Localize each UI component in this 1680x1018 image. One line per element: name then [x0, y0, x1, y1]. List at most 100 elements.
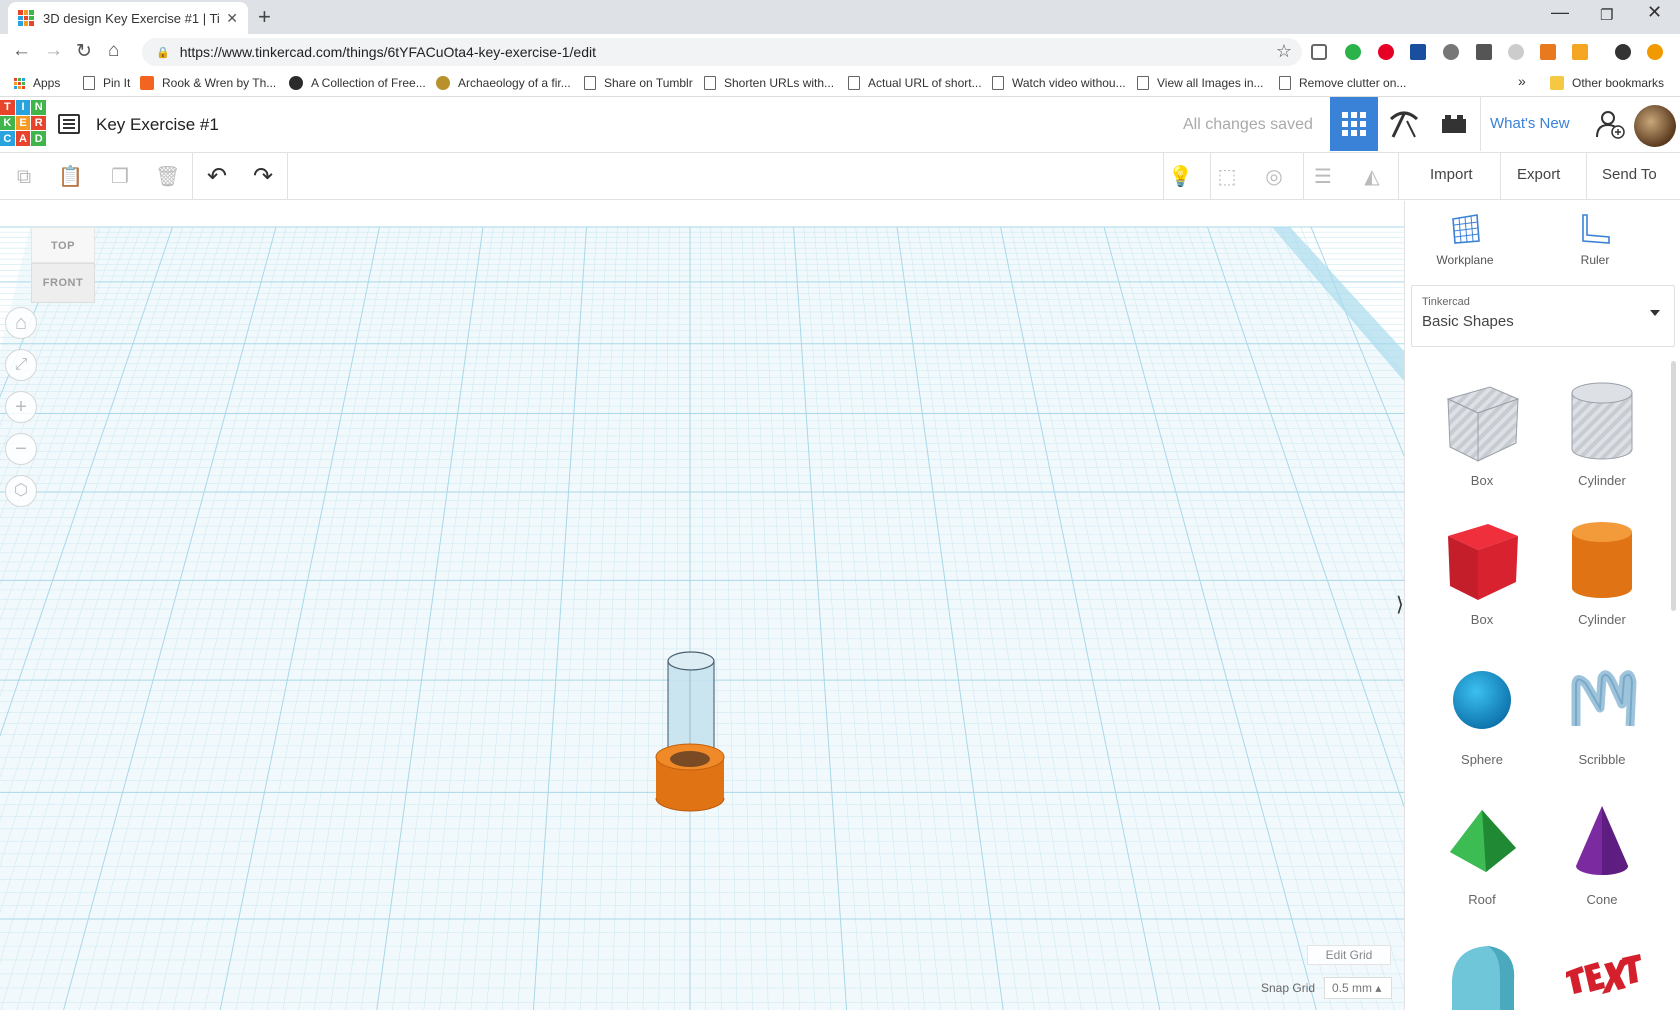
shape-roof[interactable]: Roof	[1432, 796, 1532, 907]
export-button[interactable]: Export	[1517, 166, 1560, 183]
bookmark-label: Watch video withou...	[1012, 76, 1126, 90]
3d-view-button[interactable]	[1330, 97, 1378, 151]
bookmark-item[interactable]: Watch video withou...	[992, 76, 1126, 90]
bookmark-label: Pin It	[103, 76, 131, 90]
bookmark-label: Share on Tumblr	[604, 76, 693, 90]
bookmark-item[interactable]: Remove clutter on...	[1279, 76, 1406, 90]
extension-green-icon[interactable]	[1345, 44, 1361, 60]
bookmark-item[interactable]: Shorten URLs with...	[704, 76, 834, 90]
extension-a-icon[interactable]	[1572, 44, 1588, 60]
group-icon[interactable]: ⬚	[1215, 165, 1239, 189]
bookmark-item[interactable]: Share on Tumblr	[584, 76, 693, 90]
undo-icon[interactable]: ↶	[205, 165, 229, 189]
bookmark-item[interactable]: Archaeology of a fir...	[436, 76, 571, 90]
view-cube-top[interactable]: TOP	[31, 227, 95, 263]
mirror-icon[interactable]: ◭	[1360, 165, 1384, 189]
site-icon	[436, 76, 450, 90]
lightbulb-icon[interactable]: 💡	[1168, 165, 1193, 189]
shape-box[interactable]: Box	[1432, 516, 1532, 627]
shape-half-cylinder[interactable]	[1432, 936, 1532, 1018]
tinkercad-logo[interactable]: T I N K E R C A D	[0, 100, 46, 146]
ruler-button[interactable]: Ruler	[1555, 211, 1635, 267]
tab-close-icon[interactable]: ✕	[226, 10, 238, 27]
bookmark-item[interactable]: Pin It	[83, 76, 130, 90]
extension-c-icon[interactable]	[1476, 44, 1492, 60]
design-title[interactable]: Key Exercise #1	[96, 115, 219, 135]
bookmark-item[interactable]: A Collection of Free...	[289, 76, 426, 90]
panel-collapse-icon[interactable]: ⟩	[1396, 592, 1404, 617]
window-close-icon[interactable]: ✕	[1647, 2, 1662, 23]
back-icon[interactable]: ←	[12, 40, 31, 62]
shape-cone[interactable]: Cone	[1552, 796, 1652, 907]
send-to-button[interactable]: Send To	[1602, 166, 1657, 183]
bookmark-apps[interactable]: Apps	[14, 76, 60, 90]
extension-v-icon[interactable]	[1410, 44, 1426, 60]
shape-sphere[interactable]: Sphere	[1432, 656, 1532, 767]
library-name: Basic Shapes	[1422, 313, 1514, 330]
extension-gear-icon[interactable]	[1443, 44, 1459, 60]
ungroup-icon[interactable]: ◎	[1262, 165, 1286, 189]
page-icon	[704, 76, 716, 90]
avatar[interactable]	[1634, 105, 1676, 147]
new-tab-icon[interactable]: +	[258, 4, 271, 30]
add-user-button[interactable]	[1590, 97, 1630, 151]
orange-cylinder[interactable]	[655, 743, 725, 812]
edit-grid-button[interactable]: Edit Grid	[1307, 945, 1391, 965]
bookmark-star-icon[interactable]: ☆	[1276, 41, 1292, 62]
fit-view-icon[interactable]: ⤢	[5, 349, 37, 381]
bookmark-item[interactable]: Rook & Wren by Th...	[140, 76, 276, 90]
shape-cylinder-hole[interactable]: Cylinder	[1552, 377, 1652, 488]
snap-grid-select[interactable]: 0.5 mm ▴	[1324, 977, 1392, 999]
profile-icon[interactable]	[1615, 44, 1631, 60]
address-bar[interactable]: 🔒 https://www.tinkercad.com/things/6tYFA…	[142, 38, 1302, 66]
other-bookmarks[interactable]: Other bookmarks	[1550, 76, 1664, 90]
shape-library-select[interactable]: Tinkercad Basic Shapes	[1411, 285, 1675, 347]
bricks-button[interactable]	[1430, 97, 1478, 151]
duplicate-icon[interactable]: ❐	[108, 165, 132, 189]
page-icon	[848, 76, 860, 90]
workplane-canvas[interactable]: TOP FRONT ⌂ ⤢ + − ⬡ Edit Grid Snap Grid …	[0, 201, 1404, 1010]
tinkercad-header: T I N K E R C A D Key Exercise #1 All ch…	[0, 97, 1680, 153]
workplane-grid	[0, 226, 1404, 1010]
paste-icon[interactable]: 📋	[58, 165, 83, 189]
pinterest-icon[interactable]	[1378, 44, 1394, 60]
redo-icon[interactable]: ↷	[251, 165, 275, 189]
shape-scribble[interactable]: Scribble	[1552, 656, 1652, 767]
home-icon[interactable]: ⌂	[108, 40, 119, 62]
import-button[interactable]: Import	[1430, 166, 1473, 183]
blocks-button[interactable]	[1380, 97, 1428, 151]
apps-grid-icon	[14, 77, 25, 89]
minimize-icon[interactable]: —	[1551, 2, 1569, 23]
reload-icon[interactable]: ↻	[76, 40, 92, 63]
logo-letter: I	[15, 100, 31, 115]
bookmarks-overflow[interactable]: »	[1518, 73, 1526, 89]
shape-cylinder[interactable]: Cylinder	[1552, 516, 1652, 627]
panel-scrollbar[interactable]	[1671, 361, 1676, 611]
update-alert-icon[interactable]	[1647, 44, 1663, 60]
home-view-icon[interactable]: ⌂	[5, 307, 37, 339]
perspective-icon[interactable]: ⬡	[5, 475, 37, 507]
site-icon	[289, 76, 303, 90]
extension-fox-icon[interactable]	[1540, 44, 1556, 60]
restore-icon[interactable]: ❐	[1600, 6, 1613, 24]
whats-new-link[interactable]: What's New	[1490, 115, 1570, 132]
zoom-in-icon[interactable]: +	[5, 391, 37, 423]
forward-icon[interactable]: →	[44, 40, 63, 62]
design-list-icon[interactable]	[58, 114, 80, 134]
delete-icon[interactable]: 🗑	[155, 165, 180, 189]
browser-tab[interactable]: 3D design Key Exercise #1 | Tinke ✕	[8, 2, 248, 34]
view-cube[interactable]: TOP FRONT	[31, 227, 95, 303]
save-status: All changes saved	[1183, 116, 1313, 133]
extension-circle-icon[interactable]	[1508, 44, 1524, 60]
zoom-out-icon[interactable]: −	[5, 433, 37, 465]
align-icon[interactable]: ☰	[1311, 165, 1335, 189]
shape-box-hole[interactable]: Box	[1432, 377, 1532, 488]
bookmark-item[interactable]: View all Images in...	[1137, 76, 1264, 90]
view-cube-front[interactable]: FRONT	[31, 263, 95, 303]
logo-letter: D	[31, 131, 46, 146]
shape-text[interactable]	[1552, 936, 1652, 1018]
copy-icon[interactable]: ⧉	[12, 165, 36, 189]
workplane-button[interactable]: Workplane	[1425, 211, 1505, 267]
pocket-icon[interactable]	[1311, 44, 1327, 60]
bookmark-item[interactable]: Actual URL of short...	[848, 76, 982, 90]
